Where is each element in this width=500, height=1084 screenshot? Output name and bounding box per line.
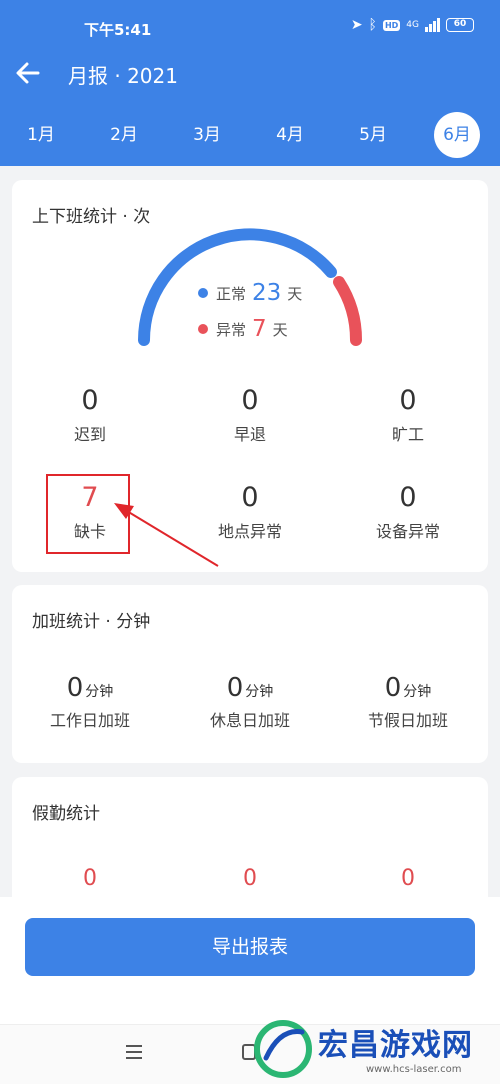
month-tabs: 1月 2月 3月 4月 5月 6月 <box>0 110 500 160</box>
stat-late-value: 0 <box>81 385 99 416</box>
leave-title: 假勤统计 <box>32 804 100 824</box>
back-arrow-icon[interactable] <box>14 59 42 87</box>
leave-value-3: 0 <box>401 866 415 891</box>
stat-holiday-overtime[interactable]: 0 分钟 节假日加班 <box>328 673 488 731</box>
abnormal-label: 异常 <box>216 320 247 339</box>
restday-overtime-value-row: 0 分钟 <box>170 673 330 703</box>
leave-stat-2[interactable]: 0 <box>170 863 330 895</box>
title-bar: 月报 · 2021 <box>0 52 500 96</box>
normal-unit: 天 <box>287 284 303 303</box>
app-header: 下午5:41 ➤ ᛒ HD 4G 60 月报 · 2021 1月 2月 3月 4… <box>0 0 500 166</box>
stat-workday-overtime[interactable]: 0 分钟 工作日加班 <box>10 673 170 731</box>
stat-early-leave-label: 早退 <box>233 425 266 444</box>
stat-early-leave[interactable]: 0 早退 <box>170 385 330 445</box>
workday-overtime-value-row: 0 分钟 <box>10 673 170 703</box>
legend-normal: 正常 23 天 <box>198 280 302 306</box>
normal-label: 正常 <box>216 284 247 303</box>
page-title: 月报 · 2021 <box>68 64 178 88</box>
gauge-abnormal-arc <box>333 276 363 346</box>
workday-overtime-value: 0 <box>66 673 84 703</box>
overtime-card: 加班统计 · 分钟 0 分钟 工作日加班 0 分钟 休息日加班 0 分钟 节假日加班 <box>12 585 488 763</box>
watermark-text: 宏昌游戏网 <box>318 1028 473 1063</box>
watermark-logo-icon <box>254 1020 312 1078</box>
signal-icon <box>425 18 440 32</box>
abnormal-value: 7 <box>252 316 267 342</box>
status-bar: 下午5:41 ➤ ᛒ HD 4G 60 <box>0 0 500 56</box>
tab-month-4[interactable]: 4月 <box>267 112 313 158</box>
export-report-button[interactable]: 导出报表 <box>25 918 475 976</box>
holiday-overtime-value: 0 <box>384 673 402 703</box>
stat-absent-value: 0 <box>399 385 417 416</box>
annotation-arrow <box>114 503 219 567</box>
holiday-overtime-value-row: 0 分钟 <box>328 673 488 703</box>
leave-card: 假勤统计 0 0 0 <box>12 777 488 917</box>
tab-month-1[interactable]: 1月 <box>18 112 64 158</box>
battery-icon: 60 <box>446 18 474 32</box>
stat-restday-overtime[interactable]: 0 分钟 休息日加班 <box>170 673 330 731</box>
tab-month-6[interactable]: 6月 <box>434 112 480 158</box>
watermark-url: www.hcs-laser.com <box>366 1064 462 1075</box>
restday-overtime-unit: 分钟 <box>245 684 274 700</box>
holiday-overtime-unit: 分钟 <box>403 684 432 700</box>
leave-stat-1[interactable]: 0 <box>10 863 170 895</box>
normal-dot <box>198 288 208 298</box>
holiday-overtime-label: 节假日加班 <box>367 711 448 730</box>
leave-value-2: 0 <box>243 866 257 891</box>
tab-month-5[interactable]: 5月 <box>350 112 396 158</box>
network-label: 4G <box>406 20 419 30</box>
abnormal-dot <box>198 324 208 334</box>
stat-device-abnormal-label: 设备异常 <box>375 522 440 541</box>
abnormal-unit: 天 <box>272 320 288 339</box>
restday-overtime-label: 休息日加班 <box>209 711 290 730</box>
leave-stat-3[interactable]: 0 <box>328 863 488 895</box>
stat-device-abnormal[interactable]: 0 设备异常 <box>328 482 488 542</box>
tab-month-3[interactable]: 3月 <box>184 112 230 158</box>
location-icon: ➤ <box>350 17 363 33</box>
status-time: 下午5:41 <box>84 21 152 39</box>
overtime-title: 加班统计 · 分钟 <box>32 612 151 632</box>
attendance-card: 上下班统计 · 次 正常 23 天 异常 7 天 0 迟到 0 早退 0 旷工 … <box>12 180 488 572</box>
nav-menu-icon[interactable] <box>126 1045 142 1059</box>
stat-late-label: 迟到 <box>73 425 106 444</box>
stat-absent-label: 旷工 <box>391 425 424 444</box>
workday-overtime-unit: 分钟 <box>85 684 114 700</box>
workday-overtime-label: 工作日加班 <box>49 711 130 730</box>
status-icons: ➤ ᛒ HD 4G 60 <box>351 17 474 33</box>
leave-value-1: 0 <box>83 866 97 891</box>
bluetooth-icon: ᛒ <box>368 17 377 33</box>
normal-value: 23 <box>252 280 282 306</box>
restday-overtime-value: 0 <box>226 673 244 703</box>
stat-device-abnormal-value: 0 <box>399 482 417 513</box>
stat-late[interactable]: 0 迟到 <box>10 385 170 445</box>
stat-early-leave-value: 0 <box>241 385 259 416</box>
tab-month-2[interactable]: 2月 <box>101 112 147 158</box>
legend-abnormal: 异常 7 天 <box>198 316 288 342</box>
stat-absent[interactable]: 0 旷工 <box>328 385 488 445</box>
hd-icon: HD <box>382 19 401 31</box>
site-watermark: 宏昌游戏网 www.hcs-laser.com <box>248 1014 500 1084</box>
